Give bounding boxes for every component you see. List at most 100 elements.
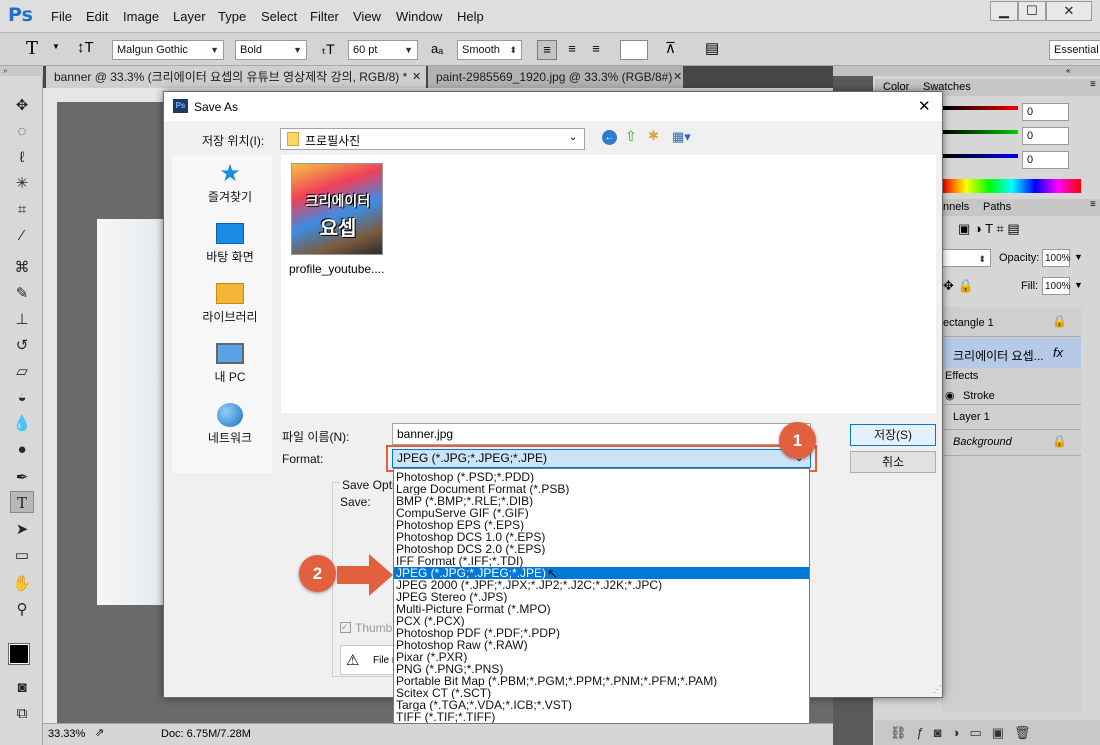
zoom-tool-icon[interactable]: ⚲ xyxy=(10,599,34,621)
menu-select[interactable]: Select xyxy=(261,9,297,24)
blur-tool-icon[interactable]: 💧 xyxy=(10,413,34,435)
thumbnail-checkbox[interactable]: ✓ xyxy=(340,622,351,633)
filter-pixel-icon[interactable]: ▣ ◑ T ⌗ ▤ xyxy=(958,221,1020,237)
menu-type[interactable]: Type xyxy=(218,9,246,24)
menu-help[interactable]: Help xyxy=(457,9,484,24)
cancel-button[interactable]: 취소 xyxy=(850,451,936,473)
align-center-icon[interactable]: ≡ xyxy=(562,40,582,60)
location-select[interactable]: 프로필사진 ⌄ xyxy=(280,128,585,150)
format-option-selected[interactable]: JPEG (*.JPG;*.JPEG;*.JPE) xyxy=(394,567,809,579)
close-icon[interactable]: ✕ xyxy=(918,97,931,115)
view-menu-icon[interactable]: ▦▾ xyxy=(672,129,691,145)
close-tab-icon[interactable]: ✕ xyxy=(412,66,421,88)
format-select[interactable]: JPEG (*.JPG;*.JPEG;*.JPE)⌄ xyxy=(392,449,811,468)
stroke-label[interactable]: Stroke xyxy=(963,390,995,402)
menu-image[interactable]: Image xyxy=(123,9,159,24)
history-brush-icon[interactable]: ↺ xyxy=(10,335,34,357)
effects-label[interactable]: Effects xyxy=(945,370,978,382)
text-color-swatch[interactable] xyxy=(620,40,648,60)
screen-mode-icon[interactable]: ⧉ xyxy=(10,703,34,725)
menu-layer[interactable]: Layer xyxy=(173,9,206,24)
font-family-select[interactable]: Malgun Gothic ▼ xyxy=(112,40,224,60)
format-option[interactable]: Pixar (*.PXR) xyxy=(394,651,809,663)
chevron-down-icon[interactable]: ▼ xyxy=(1074,280,1083,290)
green-slider[interactable] xyxy=(943,130,1018,134)
back-icon[interactable]: ← xyxy=(602,130,617,145)
character-panel-icon[interactable]: ▤ xyxy=(705,39,719,57)
save-button[interactable]: 저장(S) xyxy=(850,424,936,446)
tab-paint[interactable]: paint-2985569_1920.jpg @ 33.3% (RGB/8#) … xyxy=(428,66,683,106)
antialias-select[interactable]: Smooth ⬍ xyxy=(457,40,522,60)
hand-tool-icon[interactable]: ✋ xyxy=(10,573,34,595)
chevron-down-icon[interactable]: ▼ xyxy=(52,42,60,51)
menu-window[interactable]: Window xyxy=(396,9,442,24)
format-option[interactable]: Photoshop DCS 1.0 (*.EPS) xyxy=(394,531,809,543)
format-option[interactable]: Photoshop PDF (*.PDF;*.PDP) xyxy=(394,627,809,639)
font-style-select[interactable]: Bold ▼ xyxy=(235,40,307,60)
align-left-icon[interactable]: ≡ xyxy=(537,40,557,60)
format-dropdown-list[interactable]: Photoshop (*.PSD;*.PDD) Large Document F… xyxy=(393,468,810,724)
format-option[interactable]: BMP (*.BMP;*.RLE;*.DIB) xyxy=(394,495,809,507)
close-tab-icon[interactable]: ✕ xyxy=(673,66,682,88)
workspace-select[interactable]: Essential xyxy=(1049,40,1100,60)
green-value[interactable]: 0 xyxy=(1022,127,1069,145)
brush-tool-icon[interactable]: ✎ xyxy=(10,283,34,305)
format-option[interactable]: Photoshop DCS 2.0 (*.EPS) xyxy=(394,543,809,555)
color-spectrum[interactable] xyxy=(943,179,1081,193)
libraries-place[interactable]: 라이브러리 xyxy=(182,283,278,325)
panel-menu-icon[interactable]: ≡ xyxy=(1090,79,1096,90)
format-option[interactable]: TIFF (*.TIF;*.TIFF) xyxy=(394,711,809,723)
export-icon[interactable]: ⇗ xyxy=(95,726,104,739)
layer-row[interactable]: Layer 1 xyxy=(941,404,1081,430)
layer-row[interactable]: Background 🔒 xyxy=(941,430,1081,456)
format-option[interactable]: Multi-Picture Format (*.MPO) xyxy=(394,603,809,615)
panel-menu-icon[interactable]: ≡ xyxy=(1090,199,1096,210)
menu-edit[interactable]: Edit xyxy=(86,9,108,24)
format-option[interactable]: Portable Bit Map (*.PBM;*.PGM;*.PPM;*.PN… xyxy=(394,675,809,687)
format-option[interactable]: Scitex CT (*.SCT) xyxy=(394,687,809,699)
format-option[interactable]: Photoshop EPS (*.EPS) xyxy=(394,519,809,531)
path-select-icon[interactable]: ➤ xyxy=(10,519,34,541)
red-value[interactable]: 0 xyxy=(1022,103,1069,121)
tab-paths[interactable]: Paths xyxy=(983,201,1011,213)
panel-collapse-icon[interactable]: » xyxy=(0,66,43,76)
font-size-select[interactable]: 60 pt ▼ xyxy=(348,40,418,60)
desktop-place[interactable]: 바탕 화면 xyxy=(182,223,278,265)
layer-row-selected[interactable]: 크리에이터 요셉... fx xyxy=(941,338,1081,368)
eyedropper-icon[interactable]: ⁄ xyxy=(10,225,34,247)
type-tool-icon[interactable]: T xyxy=(26,38,38,59)
panel-collapse-icon[interactable]: « xyxy=(833,66,1100,76)
blend-mode-select[interactable]: ⬍ xyxy=(941,249,991,267)
blue-value[interactable]: 0 xyxy=(1022,151,1069,169)
file-name[interactable]: profile_youtube.... xyxy=(289,262,384,276)
filename-input[interactable]: banner.jpg xyxy=(392,423,811,445)
pen-tool-icon[interactable]: ✒ xyxy=(10,467,34,489)
close-icon[interactable]: ✕ xyxy=(1046,1,1092,21)
tab-channels[interactable]: nnels xyxy=(943,201,969,213)
quick-mask-icon[interactable]: ◙ xyxy=(10,677,34,699)
network-place[interactable]: 네트워크 xyxy=(182,403,278,446)
eye-icon[interactable]: ◉ xyxy=(945,389,955,402)
red-slider[interactable] xyxy=(943,106,1018,110)
new-folder-icon[interactable]: ✱ xyxy=(648,128,659,144)
stamp-tool-icon[interactable]: ⊥ xyxy=(10,309,34,331)
layer-row[interactable]: ectangle 1 🔒 xyxy=(941,307,1081,337)
format-option[interactable]: JPEG Stereo (*.JPS) xyxy=(394,591,809,603)
magic-wand-icon[interactable]: ✳ xyxy=(10,173,34,195)
format-option[interactable]: Photoshop (*.PSD;*.PDD) xyxy=(394,471,809,483)
this-pc-place[interactable]: 내 PC xyxy=(182,343,278,385)
foreground-color-swatch[interactable] xyxy=(8,643,30,665)
dodge-tool-icon[interactable]: ● xyxy=(10,439,34,461)
format-option[interactable]: Photoshop Raw (*.RAW) xyxy=(394,639,809,651)
align-right-icon[interactable]: ≡ xyxy=(586,40,606,60)
fill-value[interactable]: 100% xyxy=(1042,277,1071,295)
tab-banner[interactable]: banner @ 33.3% (크리에이터 요셉의 유튜브 영상제작 강의, R… xyxy=(46,66,426,88)
file-list[interactable]: 크리에이터 요셉 profile_youtube.... xyxy=(281,155,936,413)
warp-text-icon[interactable]: ⊼ xyxy=(665,39,676,57)
format-option[interactable]: PCX (*.PCX) xyxy=(394,615,809,627)
eraser-tool-icon[interactable]: ▱ xyxy=(10,361,34,383)
minimize-icon[interactable]: ▁ xyxy=(990,1,1018,21)
text-orientation-icon[interactable]: ↕T xyxy=(77,39,94,56)
maximize-icon[interactable]: ☐ xyxy=(1018,1,1046,21)
menu-filter[interactable]: Filter xyxy=(310,9,339,24)
